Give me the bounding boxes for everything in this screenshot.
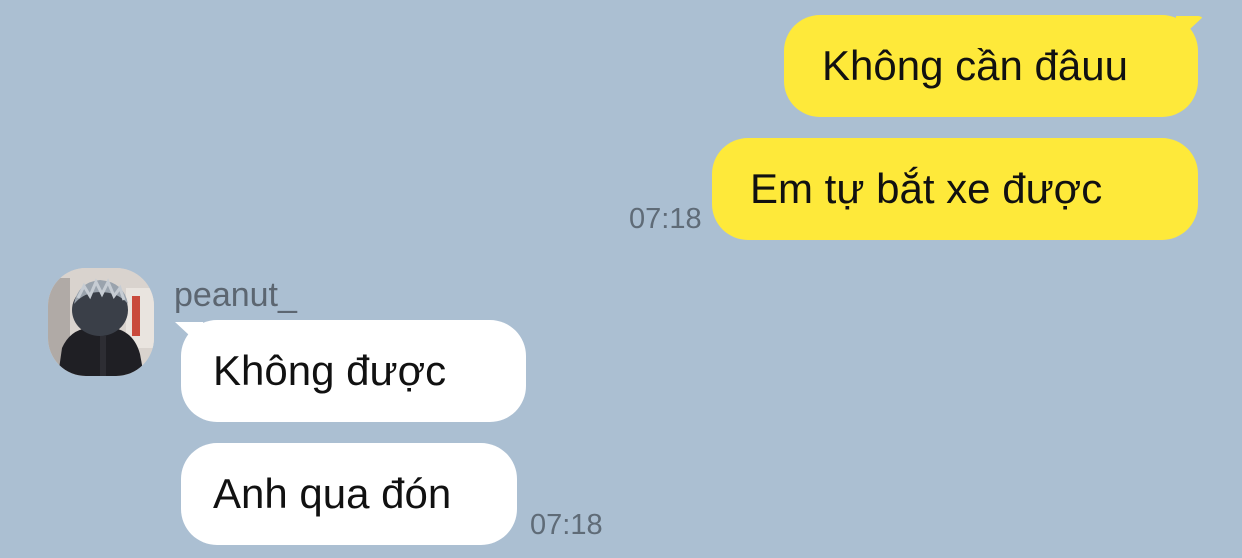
message-text: Không cần đâuu [822, 42, 1128, 89]
message-text: Em tự bắt xe được [750, 165, 1103, 212]
received-message-bubble[interactable]: Anh qua đón [181, 443, 517, 545]
sender-name: peanut_ [174, 276, 297, 314]
received-message-bubble[interactable]: Không được [181, 320, 526, 422]
message-timestamp: 07:18 [629, 203, 702, 235]
avatar-photo-icon [48, 268, 154, 376]
sent-message-bubble[interactable]: Em tự bắt xe được [712, 138, 1198, 240]
message-text: Anh qua đón [213, 470, 452, 517]
message-timestamp: 07:18 [530, 509, 603, 541]
sent-message-bubble[interactable]: Không cần đâuu [784, 15, 1198, 117]
message-text: Không được [213, 347, 447, 394]
avatar[interactable] [48, 268, 154, 376]
